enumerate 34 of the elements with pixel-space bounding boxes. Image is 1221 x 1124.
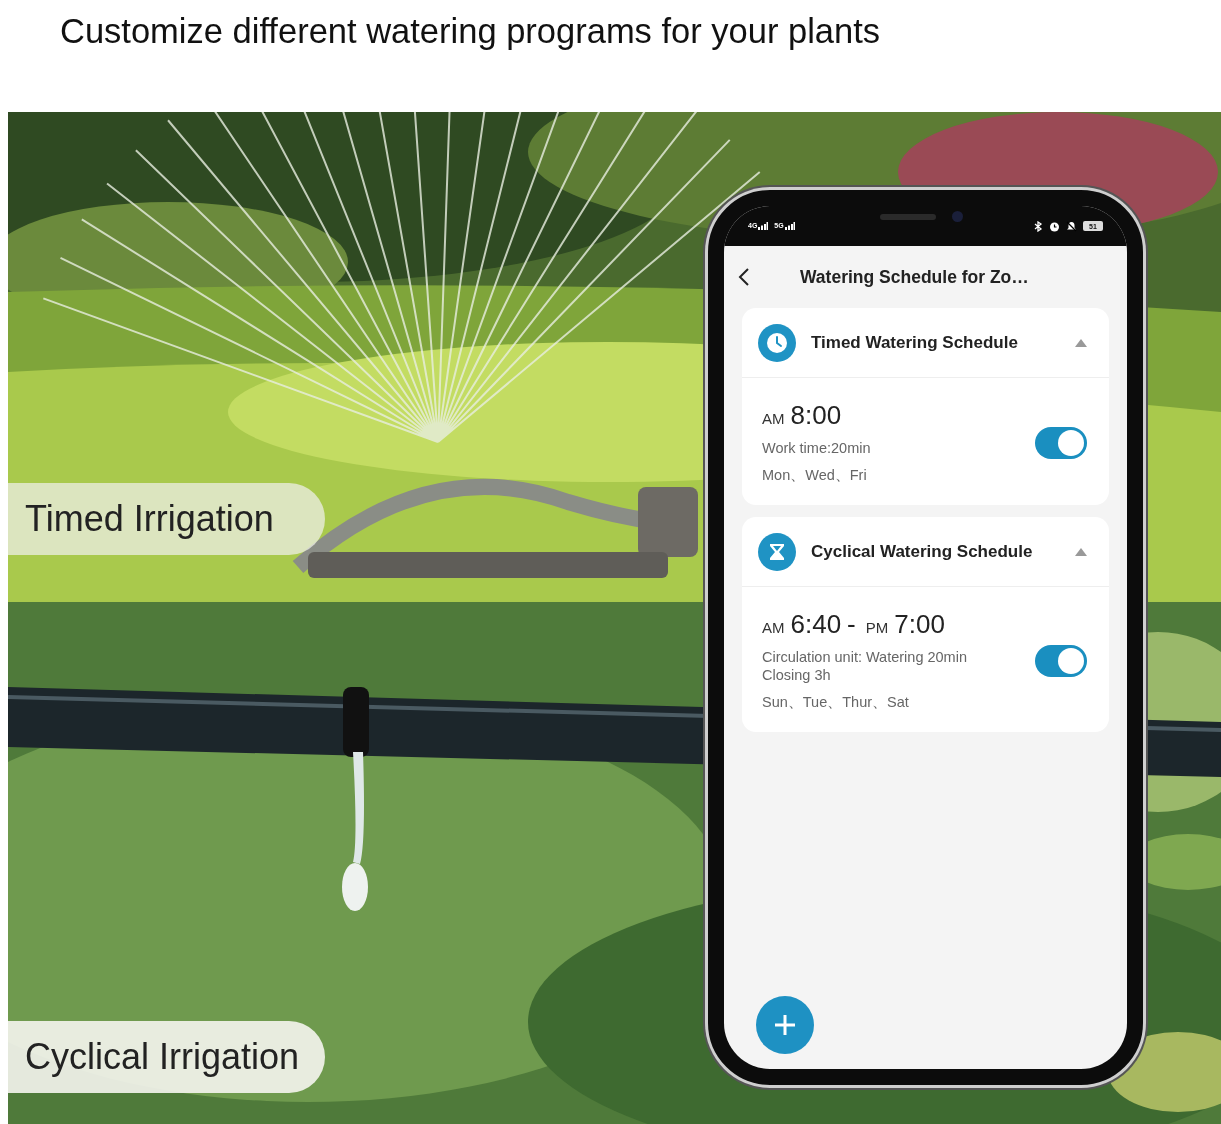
card-title: Timed Watering Schedule (811, 332, 1019, 353)
toggle-switch[interactable] (1035, 426, 1087, 459)
bluetooth-icon (1034, 220, 1043, 232)
back-icon[interactable] (738, 267, 750, 287)
days-text: Sun、Tue、Thur、Sat (762, 693, 910, 712)
period-label: AM (762, 410, 785, 427)
period-label: AM (762, 619, 785, 636)
muted-bell-icon (1066, 220, 1077, 232)
toggle-switch[interactable] (1035, 644, 1087, 677)
range-separator: - (847, 609, 856, 640)
detail-text: Circulation unit: Watering 20min (762, 648, 968, 666)
plus-icon (773, 1013, 797, 1037)
time-label: 7:00 (894, 609, 945, 640)
alarm-icon (1049, 220, 1060, 232)
add-button[interactable] (756, 996, 814, 1054)
time-label: 6:40 (790, 609, 842, 640)
detail-text: Work time:20min (762, 439, 872, 457)
days-text: Mon、Wed、Fri (762, 466, 868, 485)
subtitle: Customize different watering programs for your plants (60, 12, 881, 50)
scene-label: Cyclical Irrigation (8, 1021, 325, 1093)
detail-text: Closing 3h (762, 666, 832, 684)
screen-title: Watering Schedule for Zo… (800, 266, 1029, 288)
card-title: Cyclical Watering Schedule (811, 541, 1034, 562)
time-label: 8:00 (790, 400, 842, 431)
collapse-caret-icon[interactable] (1075, 547, 1087, 556)
hourglass-icon (758, 532, 796, 571)
speaker-slot (880, 214, 936, 220)
signal-icon (758, 222, 769, 230)
period-label: PM (865, 619, 889, 636)
clock-icon (758, 323, 796, 362)
collapse-caret-icon[interactable] (1075, 338, 1087, 347)
camera-dot (952, 211, 963, 222)
scene-label: Timed Irrigation (8, 483, 325, 555)
signal-icon (784, 222, 795, 230)
